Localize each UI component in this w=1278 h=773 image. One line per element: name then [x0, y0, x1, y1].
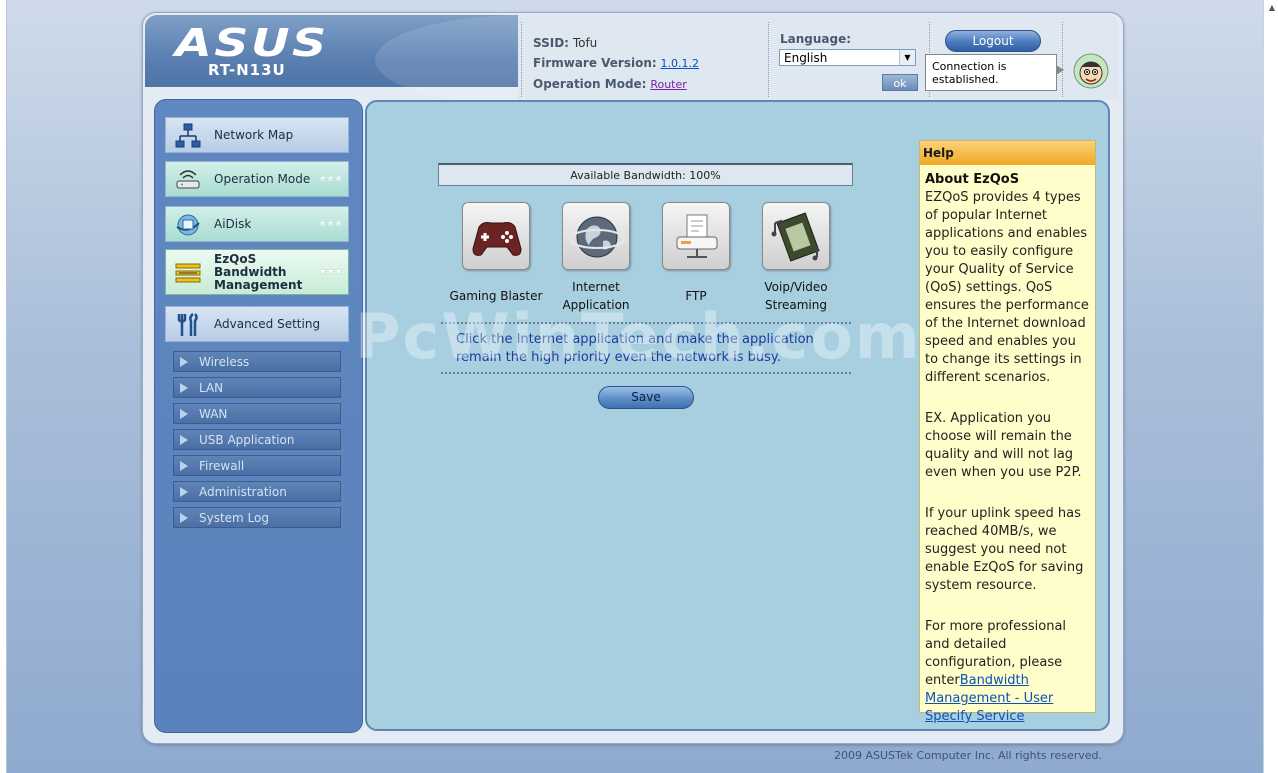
- sidebar-subitem-firewall[interactable]: Firewall: [173, 455, 341, 476]
- mascot-face-icon: [1073, 53, 1109, 89]
- rating-stars: ★★★: [318, 266, 343, 278]
- chevron-down-icon[interactable]: ▼: [899, 50, 915, 65]
- watermark: PcWinTech.com: [355, 300, 922, 373]
- help-paragraph: EX. Application you choose will remain t…: [925, 411, 1082, 480]
- help-paragraph: If your uplink speed has reached 40MB/s,…: [925, 506, 1084, 593]
- connection-status-bubble: Connection is established.: [925, 54, 1064, 91]
- arrow-right-icon: [180, 409, 188, 419]
- sidebar-item-operation-mode[interactable]: Operation Mode ★★★: [165, 161, 349, 197]
- firmware-version-link[interactable]: 1.0.1.2: [661, 57, 699, 70]
- available-bandwidth-bar: Available Bandwidth: 100%: [438, 163, 853, 186]
- scroll-up-icon[interactable]: ▲: [1269, 3, 1275, 12]
- arrow-right-icon: [180, 461, 188, 471]
- arrow-right-icon: [180, 513, 188, 523]
- voip-video-streaming-button[interactable]: [762, 202, 830, 270]
- asus-logo: ASUS: [175, 21, 329, 65]
- globe-icon: [569, 216, 625, 258]
- gaming-blaster-button[interactable]: [462, 202, 530, 270]
- sidebar-subitem-usb-application[interactable]: USB Application: [173, 429, 341, 450]
- arrow-right-icon: [180, 487, 188, 497]
- sidebar-item-network-map[interactable]: Network Map: [165, 117, 349, 153]
- help-paragraph: EZQoS provides 4 types of popular Intern…: [925, 190, 1089, 385]
- language-ok-button[interactable]: ok: [882, 74, 918, 91]
- tools-icon: [177, 313, 198, 336]
- language-select[interactable]: English ▼: [779, 49, 916, 66]
- router-info: SSID: Tofu Firmware Version: 1.0.1.2 Ope…: [533, 36, 699, 91]
- logo-block: ASUS RT-N13U: [145, 15, 675, 105]
- help-heading: About EzQoS: [925, 172, 1020, 187]
- sidebar-subitem-administration[interactable]: Administration: [173, 481, 341, 502]
- ssid-value: Tofu: [572, 36, 598, 50]
- rating-stars: ★★★: [318, 173, 343, 185]
- arrow-right-icon: [180, 383, 188, 393]
- sidebar-subitem-wireless[interactable]: Wireless: [173, 351, 341, 372]
- sidebar-item-ezqos[interactable]: EzQoS Bandwidth Management ★★★: [165, 249, 349, 295]
- save-button[interactable]: Save: [598, 386, 694, 409]
- arrow-right-icon: [180, 435, 188, 445]
- ftp-icon: [676, 214, 718, 258]
- aidisk-icon: [176, 214, 200, 236]
- arrow-right-icon: [180, 357, 188, 367]
- gamepad-icon: [472, 222, 522, 256]
- sidebar-subitem-lan[interactable]: LAN: [173, 377, 341, 398]
- copyright: 2009 ASUSTek Computer Inc. All rights re…: [834, 749, 1102, 762]
- router-icon: [176, 170, 200, 189]
- ftp-button[interactable]: [662, 202, 730, 270]
- logout-button[interactable]: Logout: [945, 30, 1041, 52]
- help-paragraph: For more professional and detailed confi…: [925, 619, 1067, 724]
- browser-scrollbar[interactable]: ▲: [1263, 0, 1278, 773]
- language-label: Language:: [780, 32, 852, 46]
- film-icon: [771, 212, 820, 262]
- network-map-icon: [175, 123, 201, 148]
- rating-stars: ★★★: [318, 218, 343, 230]
- help-panel: Help About EzQoS EZQoS provides 4 types …: [919, 140, 1096, 724]
- sidebar-subitem-wan[interactable]: WAN: [173, 403, 341, 424]
- sidebar-item-advanced-setting[interactable]: Advanced Setting: [165, 306, 349, 342]
- help-title: Help: [920, 141, 1095, 165]
- sidebar-subitem-system-log[interactable]: System Log: [173, 507, 341, 528]
- browser-left-edge: [0, 0, 7, 773]
- internet-application-button[interactable]: [562, 202, 630, 270]
- sidebar-item-aidisk[interactable]: AiDisk ★★★: [165, 206, 349, 242]
- model-name: RT-N13U: [208, 61, 286, 79]
- bandwidth-icon: [175, 263, 201, 283]
- operation-mode-link[interactable]: Router: [650, 78, 686, 91]
